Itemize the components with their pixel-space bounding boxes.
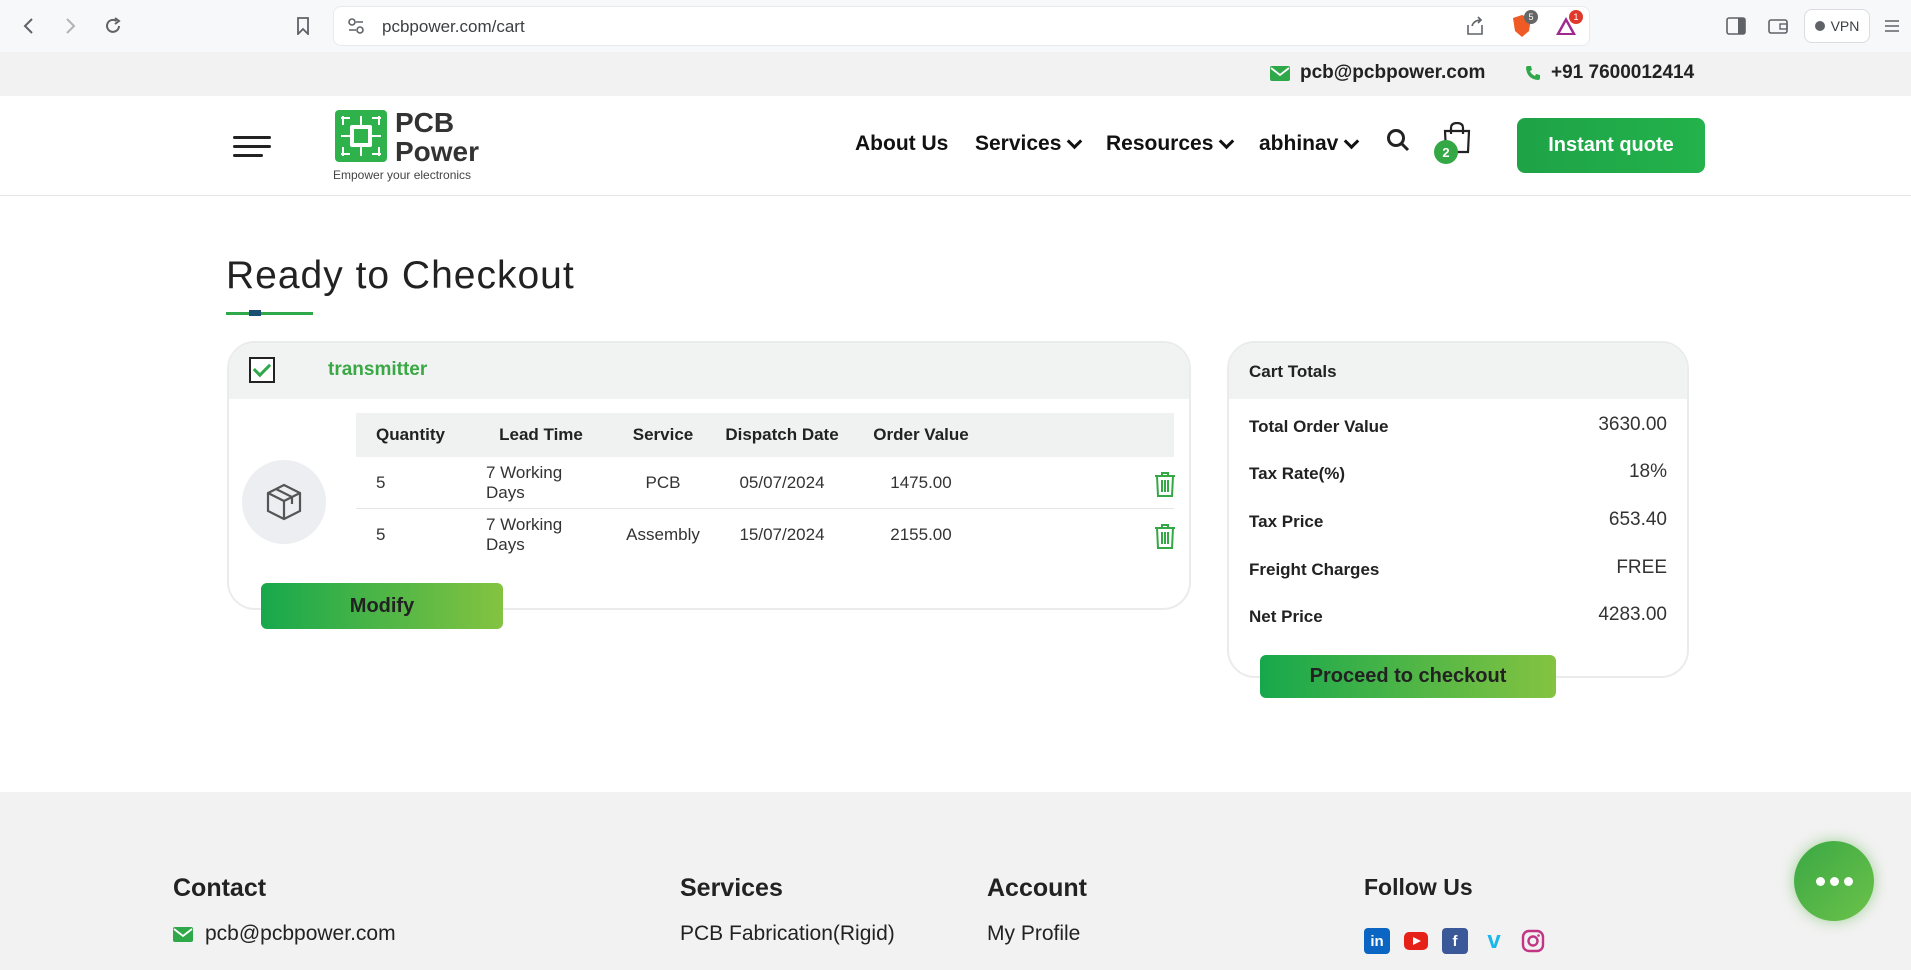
chevron-down-icon [1219,133,1235,150]
phone-icon [1526,66,1540,80]
column-header-dispatch-date: Dispatch Date [725,425,839,444]
header-email[interactable]: pcb@pcbpower.com [1270,62,1485,84]
share-icon[interactable] [1464,15,1486,42]
cell-lead-time: 7 Working Days [486,462,563,502]
cell-lead-time: 7 Working Days [486,514,563,554]
footer-services-link[interactable]: PCB Fabrication(Rigid) [680,922,895,946]
footer-account-title: Account [987,874,1087,902]
table-row: 5 7 Working Days PCB 05/07/2024 1475.00 [356,457,1176,509]
totals-row-tax-price: Tax Price 653.40 [1249,509,1667,531]
site-logo[interactable]: PCB Power Empower your electronics [333,108,493,186]
wallet-icon[interactable] [1766,14,1790,38]
nav-services[interactable]: Services [975,132,1083,156]
cell-dispatch-date: 05/07/2024 [739,472,825,492]
instant-quote-button[interactable]: Instant quote [1517,118,1705,173]
chevron-down-icon [1067,133,1083,150]
chevron-down-icon [1344,133,1360,150]
footer-my-profile-link[interactable]: My Profile [987,922,1080,946]
item-select-checkbox[interactable] [249,357,275,383]
browser-toolbar: pcbpower.com/cart 5 1 VPN [0,0,1911,53]
chat-widget-button[interactable] [1794,841,1874,921]
column-header-lead-time: Lead Time [499,425,583,444]
instagram-icon[interactable] [1520,928,1546,954]
product-box-icon [242,460,326,544]
hamburger-menu-icon[interactable] [233,136,271,158]
back-icon[interactable] [15,12,43,40]
site-header: PCB Power Empower your electronics About… [0,96,1911,196]
footer-contact-title: Contact [173,874,267,902]
cell-dispatch-date: 15/07/2024 [739,524,825,544]
nav-about-us[interactable]: About Us [855,132,948,156]
facebook-icon[interactable]: f [1442,928,1468,954]
reload-icon[interactable] [99,12,127,40]
site-settings-icon[interactable] [347,17,365,40]
nav-resources[interactable]: Resources [1106,132,1235,156]
vpn-button[interactable]: VPN [1804,9,1870,43]
cart-totals-header: Cart Totals [1229,343,1687,399]
delete-trash-icon[interactable] [1154,471,1176,502]
header-phone[interactable]: +91 7600012414 [1525,62,1694,84]
footer-services-title: Services [680,874,783,902]
vimeo-icon[interactable]: v [1481,927,1507,954]
youtube-icon[interactable] [1403,928,1429,954]
contact-bar: pcb@pcbpower.com +91 7600012414 [0,52,1911,96]
bookmark-icon[interactable] [291,14,315,38]
proceed-to-checkout-button[interactable]: Proceed to checkout [1260,655,1556,698]
forward-icon[interactable] [56,12,84,40]
totals-row-net-price: Net Price 4283.00 [1249,604,1667,626]
title-underline-accent [249,310,261,316]
cell-quantity: 5 [376,472,386,492]
cart-item-card: transmitter Quantity Lead Time Service D… [227,341,1191,610]
column-header-service: Service [632,425,694,444]
url-text: pcbpower.com/cart [382,17,525,36]
table-row: 5 7 Working Days Assembly 15/07/2024 215… [356,509,1176,560]
delete-trash-icon[interactable] [1154,523,1176,554]
cell-order-value: 1475.00 [890,472,952,492]
cell-service: PCB [645,472,681,492]
chip-logo-icon [335,110,387,162]
cart-totals-panel: Cart Totals Total Order Value 3630.00 Ta… [1227,341,1689,678]
footer-follow-title: Follow Us [1364,874,1473,900]
totals-row-tax-rate: Tax Rate(%) 18% [1249,461,1667,483]
cell-order-value: 2155.00 [890,524,952,544]
logo-wordmark: PCB Power [395,107,480,167]
email-icon [1270,65,1290,81]
footer-email-link[interactable]: pcb@pcbpower.com [173,922,396,946]
brave-shields-icon[interactable]: 5 [1510,10,1538,38]
product-name: transmitter [328,359,428,380]
logo-tagline: Empower your electronics [333,168,472,182]
totals-row-freight-charges: Freight Charges FREE [1249,557,1667,579]
cell-quantity: 5 [376,524,386,544]
linkedin-icon[interactable]: in [1364,928,1390,954]
cart-count-badge: 2 [1434,140,1458,164]
title-underline [226,312,313,315]
rewards-icon[interactable]: 1 [1554,10,1583,38]
totals-row-total-order-value: Total Order Value 3630.00 [1249,414,1667,436]
sidebar-toggle-icon[interactable] [1724,14,1748,38]
page-title: Ready to Checkout [226,254,575,297]
search-icon[interactable] [1386,128,1410,157]
nav-user-account[interactable]: abhinav [1259,132,1360,156]
email-icon [173,926,193,942]
cart-totals-title: Cart Totals [1249,362,1337,381]
column-header-order-value: Order Value [873,425,969,444]
vpn-status-icon [1814,21,1825,31]
social-links: in f v [1364,927,1546,954]
table-header: Quantity Lead Time Service Dispatch Date… [356,413,1174,457]
column-header-quantity: Quantity [376,425,445,444]
address-bar[interactable]: pcbpower.com/cart [333,6,1590,46]
menu-icon[interactable] [1880,14,1904,38]
cell-service: Assembly [626,524,700,544]
cart-item-header: transmitter [229,343,1189,399]
site-footer: Contact pcb@pcbpower.com Services PCB Fa… [0,792,1911,970]
modify-button[interactable]: Modify [261,583,503,629]
cart-item-table: Quantity Lead Time Service Dispatch Date… [356,413,1176,560]
